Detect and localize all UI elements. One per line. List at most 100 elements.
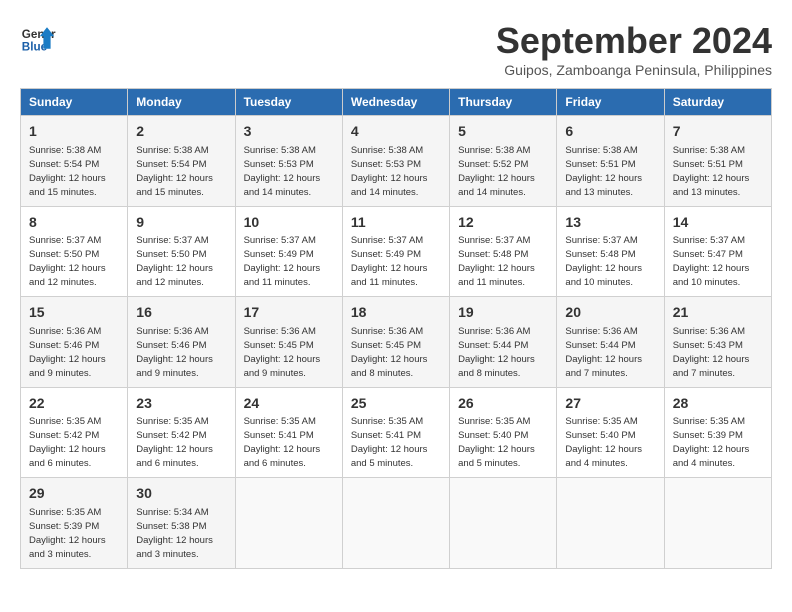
table-row: 1 Sunrise: 5:38 AMSunset: 5:54 PMDayligh… <box>21 116 128 207</box>
day-info: Sunrise: 5:35 AMSunset: 5:39 PMDaylight:… <box>673 416 750 469</box>
day-info: Sunrise: 5:38 AMSunset: 5:51 PMDaylight:… <box>673 145 750 198</box>
day-number: 23 <box>136 394 226 414</box>
month-year-title: September 2024 <box>496 20 772 62</box>
day-info: Sunrise: 5:35 AMSunset: 5:42 PMDaylight:… <box>136 416 213 469</box>
table-row: 18 Sunrise: 5:36 AMSunset: 5:45 PMDaylig… <box>342 297 449 388</box>
day-info: Sunrise: 5:36 AMSunset: 5:44 PMDaylight:… <box>458 326 535 379</box>
day-info: Sunrise: 5:38 AMSunset: 5:53 PMDaylight:… <box>351 145 428 198</box>
day-number: 26 <box>458 394 548 414</box>
day-number: 20 <box>565 303 655 323</box>
table-row: 7 Sunrise: 5:38 AMSunset: 5:51 PMDayligh… <box>664 116 771 207</box>
day-number: 6 <box>565 122 655 142</box>
day-number: 4 <box>351 122 441 142</box>
day-number: 11 <box>351 213 441 233</box>
day-info: Sunrise: 5:36 AMSunset: 5:46 PMDaylight:… <box>136 326 213 379</box>
header-monday: Monday <box>128 89 235 116</box>
table-row: 16 Sunrise: 5:36 AMSunset: 5:46 PMDaylig… <box>128 297 235 388</box>
day-number: 14 <box>673 213 763 233</box>
table-row: 28 Sunrise: 5:35 AMSunset: 5:39 PMDaylig… <box>664 387 771 478</box>
day-number: 7 <box>673 122 763 142</box>
table-row: 25 Sunrise: 5:35 AMSunset: 5:41 PMDaylig… <box>342 387 449 478</box>
day-info: Sunrise: 5:36 AMSunset: 5:45 PMDaylight:… <box>351 326 428 379</box>
day-number: 19 <box>458 303 548 323</box>
table-row: 12 Sunrise: 5:37 AMSunset: 5:48 PMDaylig… <box>450 206 557 297</box>
day-number: 9 <box>136 213 226 233</box>
day-info: Sunrise: 5:36 AMSunset: 5:45 PMDaylight:… <box>244 326 321 379</box>
table-row: 21 Sunrise: 5:36 AMSunset: 5:43 PMDaylig… <box>664 297 771 388</box>
day-info: Sunrise: 5:38 AMSunset: 5:54 PMDaylight:… <box>136 145 213 198</box>
day-number: 5 <box>458 122 548 142</box>
day-info: Sunrise: 5:35 AMSunset: 5:42 PMDaylight:… <box>29 416 106 469</box>
day-info: Sunrise: 5:35 AMSunset: 5:40 PMDaylight:… <box>458 416 535 469</box>
table-row: 22 Sunrise: 5:35 AMSunset: 5:42 PMDaylig… <box>21 387 128 478</box>
table-row: 3 Sunrise: 5:38 AMSunset: 5:53 PMDayligh… <box>235 116 342 207</box>
day-number: 15 <box>29 303 119 323</box>
day-number: 29 <box>29 484 119 504</box>
table-row <box>450 478 557 569</box>
day-info: Sunrise: 5:37 AMSunset: 5:48 PMDaylight:… <box>565 235 642 288</box>
day-info: Sunrise: 5:38 AMSunset: 5:54 PMDaylight:… <box>29 145 106 198</box>
day-info: Sunrise: 5:35 AMSunset: 5:40 PMDaylight:… <box>565 416 642 469</box>
table-row <box>342 478 449 569</box>
day-number: 24 <box>244 394 334 414</box>
day-info: Sunrise: 5:36 AMSunset: 5:46 PMDaylight:… <box>29 326 106 379</box>
calendar-week-row: 8 Sunrise: 5:37 AMSunset: 5:50 PMDayligh… <box>21 206 772 297</box>
day-number: 8 <box>29 213 119 233</box>
table-row: 11 Sunrise: 5:37 AMSunset: 5:49 PMDaylig… <box>342 206 449 297</box>
day-number: 3 <box>244 122 334 142</box>
day-number: 25 <box>351 394 441 414</box>
day-number: 2 <box>136 122 226 142</box>
table-row: 27 Sunrise: 5:35 AMSunset: 5:40 PMDaylig… <box>557 387 664 478</box>
table-row: 14 Sunrise: 5:37 AMSunset: 5:47 PMDaylig… <box>664 206 771 297</box>
calendar-header-row: Sunday Monday Tuesday Wednesday Thursday… <box>21 89 772 116</box>
day-info: Sunrise: 5:37 AMSunset: 5:50 PMDaylight:… <box>136 235 213 288</box>
header-friday: Friday <box>557 89 664 116</box>
day-info: Sunrise: 5:35 AMSunset: 5:41 PMDaylight:… <box>351 416 428 469</box>
table-row: 23 Sunrise: 5:35 AMSunset: 5:42 PMDaylig… <box>128 387 235 478</box>
day-number: 1 <box>29 122 119 142</box>
table-row: 13 Sunrise: 5:37 AMSunset: 5:48 PMDaylig… <box>557 206 664 297</box>
header-saturday: Saturday <box>664 89 771 116</box>
day-info: Sunrise: 5:37 AMSunset: 5:49 PMDaylight:… <box>244 235 321 288</box>
logo-icon: General Blue <box>20 20 56 56</box>
day-number: 16 <box>136 303 226 323</box>
table-row: 5 Sunrise: 5:38 AMSunset: 5:52 PMDayligh… <box>450 116 557 207</box>
table-row: 9 Sunrise: 5:37 AMSunset: 5:50 PMDayligh… <box>128 206 235 297</box>
table-row: 29 Sunrise: 5:35 AMSunset: 5:39 PMDaylig… <box>21 478 128 569</box>
table-row: 20 Sunrise: 5:36 AMSunset: 5:44 PMDaylig… <box>557 297 664 388</box>
title-section: September 2024 Guipos, Zamboanga Peninsu… <box>496 20 772 78</box>
day-number: 27 <box>565 394 655 414</box>
table-row: 10 Sunrise: 5:37 AMSunset: 5:49 PMDaylig… <box>235 206 342 297</box>
location-subtitle: Guipos, Zamboanga Peninsula, Philippines <box>496 62 772 78</box>
day-number: 10 <box>244 213 334 233</box>
day-number: 18 <box>351 303 441 323</box>
day-info: Sunrise: 5:36 AMSunset: 5:43 PMDaylight:… <box>673 326 750 379</box>
table-row: 6 Sunrise: 5:38 AMSunset: 5:51 PMDayligh… <box>557 116 664 207</box>
day-info: Sunrise: 5:38 AMSunset: 5:53 PMDaylight:… <box>244 145 321 198</box>
calendar-week-row: 1 Sunrise: 5:38 AMSunset: 5:54 PMDayligh… <box>21 116 772 207</box>
header-thursday: Thursday <box>450 89 557 116</box>
day-number: 22 <box>29 394 119 414</box>
table-row: 8 Sunrise: 5:37 AMSunset: 5:50 PMDayligh… <box>21 206 128 297</box>
day-number: 17 <box>244 303 334 323</box>
logo: General Blue <box>20 20 56 56</box>
day-number: 13 <box>565 213 655 233</box>
table-row: 2 Sunrise: 5:38 AMSunset: 5:54 PMDayligh… <box>128 116 235 207</box>
calendar-week-row: 22 Sunrise: 5:35 AMSunset: 5:42 PMDaylig… <box>21 387 772 478</box>
calendar-table: Sunday Monday Tuesday Wednesday Thursday… <box>20 88 772 569</box>
day-info: Sunrise: 5:37 AMSunset: 5:50 PMDaylight:… <box>29 235 106 288</box>
table-row <box>235 478 342 569</box>
table-row: 15 Sunrise: 5:36 AMSunset: 5:46 PMDaylig… <box>21 297 128 388</box>
calendar-week-row: 29 Sunrise: 5:35 AMSunset: 5:39 PMDaylig… <box>21 478 772 569</box>
day-info: Sunrise: 5:37 AMSunset: 5:49 PMDaylight:… <box>351 235 428 288</box>
table-row: 30 Sunrise: 5:34 AMSunset: 5:38 PMDaylig… <box>128 478 235 569</box>
table-row: 26 Sunrise: 5:35 AMSunset: 5:40 PMDaylig… <box>450 387 557 478</box>
day-info: Sunrise: 5:35 AMSunset: 5:39 PMDaylight:… <box>29 507 106 560</box>
table-row <box>664 478 771 569</box>
day-info: Sunrise: 5:35 AMSunset: 5:41 PMDaylight:… <box>244 416 321 469</box>
day-info: Sunrise: 5:38 AMSunset: 5:52 PMDaylight:… <box>458 145 535 198</box>
table-row <box>557 478 664 569</box>
table-row: 24 Sunrise: 5:35 AMSunset: 5:41 PMDaylig… <box>235 387 342 478</box>
day-number: 30 <box>136 484 226 504</box>
table-row: 4 Sunrise: 5:38 AMSunset: 5:53 PMDayligh… <box>342 116 449 207</box>
